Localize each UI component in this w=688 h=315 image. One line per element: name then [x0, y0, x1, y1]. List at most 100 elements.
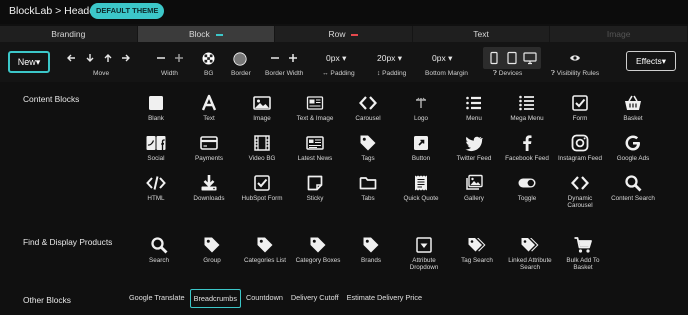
product-category-boxes[interactable]: Category Boxes [293, 235, 343, 264]
block-payments[interactable]: Payments [184, 133, 234, 162]
product-search[interactable]: Search [134, 235, 184, 264]
border-minus-icon[interactable] [270, 53, 280, 63]
arrow-down-icon[interactable] [85, 53, 95, 63]
block-form[interactable]: Form [555, 93, 605, 122]
block-facebook-feed[interactable]: Facebook Feed [502, 133, 552, 162]
folder-icon [359, 177, 377, 190]
button-icon [414, 136, 428, 150]
arrow-right-icon[interactable] [121, 53, 131, 63]
block-mega-menu[interactable]: Mega Menu [502, 93, 552, 122]
block-instagram-feed[interactable]: Instagram Feed [555, 133, 605, 162]
bottom-margin-text: Bottom Margin [425, 70, 468, 77]
block-button[interactable]: Button [396, 133, 446, 162]
block-sticky[interactable]: Sticky [290, 173, 340, 202]
mobile-icon[interactable] [487, 51, 501, 65]
block-social[interactable]: Social [131, 133, 181, 162]
tab-row[interactable]: Row [275, 26, 413, 42]
block-dynamic-carousel[interactable]: Dynamic Carousel [555, 173, 605, 209]
block-label: Downloads [193, 195, 225, 202]
block-logo[interactable]: Logo [396, 93, 446, 122]
block-downloads[interactable]: Downloads [184, 173, 234, 202]
block-text-and-image[interactable]: Text & Image [290, 93, 340, 122]
toolbar: New▾ Move Width BG Border Border Width 0… [0, 42, 688, 82]
block-html[interactable]: HTML [131, 173, 181, 202]
block-label: Logo [413, 115, 428, 122]
block-content-search[interactable]: Content Search [608, 173, 658, 202]
block-twitter-feed[interactable]: Twitter Feed [449, 133, 499, 162]
eye-icon[interactable] [569, 53, 581, 63]
h-padding-dropdown[interactable]: 0px ▾ [326, 53, 346, 64]
product-categories-list[interactable]: Categories List [240, 235, 290, 264]
tag-icon [204, 237, 220, 253]
effects-button[interactable]: Effects▾ [626, 51, 676, 71]
plus-icon[interactable] [174, 53, 184, 63]
section-other-blocks: Other Blocks [23, 295, 71, 305]
block-label: Tags [361, 155, 375, 162]
product-attribute-dropdown[interactable]: Attribute Dropdown [399, 235, 449, 271]
film-icon [254, 135, 270, 151]
block-carousel[interactable]: Carousel [343, 93, 393, 122]
move-label: Move [93, 70, 110, 77]
h-padding-label: ↔ Padding [322, 70, 355, 77]
block-label: Sticky [306, 195, 324, 202]
section-find-display: Find & Display Products [23, 237, 113, 247]
tab-image: Image [550, 26, 688, 42]
product-linked-attribute-search[interactable]: Linked Attribute Search [505, 235, 555, 271]
block-menu[interactable]: Menu [449, 93, 499, 122]
minus-icon[interactable] [156, 53, 166, 63]
v-padding-label: ↕ Padding [377, 70, 407, 77]
arrow-left-icon[interactable] [66, 53, 76, 63]
tab-text[interactable]: Text [413, 26, 551, 42]
block-tags[interactable]: Tags [343, 133, 393, 162]
cart-icon [574, 237, 592, 253]
product-brands[interactable]: Brands [346, 235, 396, 264]
block-quick-quote[interactable]: Quick Quote [396, 173, 446, 202]
block-label: Instagram Feed [557, 155, 603, 162]
other-blocks-row: Google Translate Breadcrumbs Countdown D… [126, 289, 427, 308]
block-label: Bulk Add To Basket [566, 257, 600, 272]
desktop-icon[interactable] [523, 51, 537, 65]
tab-branding[interactable]: Branding [0, 26, 138, 42]
other-breadcrumbs[interactable]: Breadcrumbs [189, 289, 241, 308]
other-delivery-cutoff[interactable]: Delivery Cutoff [288, 289, 342, 308]
block-hubspot-form[interactable]: HubSpot Form [237, 173, 287, 202]
block-label: Blank [148, 115, 164, 122]
product-group[interactable]: Group [187, 235, 237, 264]
card-icon [200, 136, 218, 150]
bottom-margin-dropdown[interactable]: 0px ▾ [432, 53, 452, 64]
block-basket[interactable]: Basket [608, 93, 658, 122]
block-text[interactable]: Text [184, 93, 234, 122]
block-label: Tabs [361, 195, 375, 202]
block-image[interactable]: Image [237, 93, 287, 122]
block-latest-news[interactable]: Latest News [290, 133, 340, 162]
block-toggle[interactable]: Toggle [502, 173, 552, 202]
other-estimate-delivery[interactable]: Estimate Delivery Price [344, 289, 425, 308]
bg-checker-icon[interactable] [202, 52, 215, 65]
block-tabs[interactable]: Tabs [343, 173, 393, 202]
page-title: BlockLab > Header [9, 5, 99, 17]
section-content-blocks: Content Blocks [23, 94, 80, 104]
block-video-bg[interactable]: Video BG [237, 133, 287, 162]
theme-badge[interactable]: DEFAULT THEME [90, 3, 165, 19]
block-label: Quick Quote [403, 195, 439, 202]
tablet-icon[interactable] [505, 51, 519, 65]
border-plus-icon[interactable] [288, 53, 298, 63]
new-button[interactable]: New▾ [8, 51, 50, 73]
tab-bar: Branding Block Row Text Image [0, 26, 688, 42]
border-color-icon[interactable] [233, 52, 247, 66]
product-bulk-add-to-basket[interactable]: Bulk Add To Basket [558, 235, 608, 271]
tab-block[interactable]: Block [137, 26, 276, 42]
other-countdown[interactable]: Countdown [243, 289, 286, 308]
v-padding-dropdown[interactable]: 20px ▾ [377, 53, 402, 64]
other-google-translate[interactable]: Google Translate [126, 289, 188, 308]
block-label: Linked Attribute Search [508, 257, 552, 272]
arrow-up-icon[interactable] [103, 53, 113, 63]
block-gallery[interactable]: Gallery [449, 173, 499, 202]
newspaper-icon [306, 136, 324, 150]
tag-icon [363, 237, 379, 253]
twitter-icon [465, 136, 483, 152]
code-icon [146, 176, 166, 190]
block-blank[interactable]: Blank [131, 93, 181, 122]
product-tag-search[interactable]: Tag Search [452, 235, 502, 264]
block-google-ads[interactable]: Google Ads [608, 133, 658, 162]
